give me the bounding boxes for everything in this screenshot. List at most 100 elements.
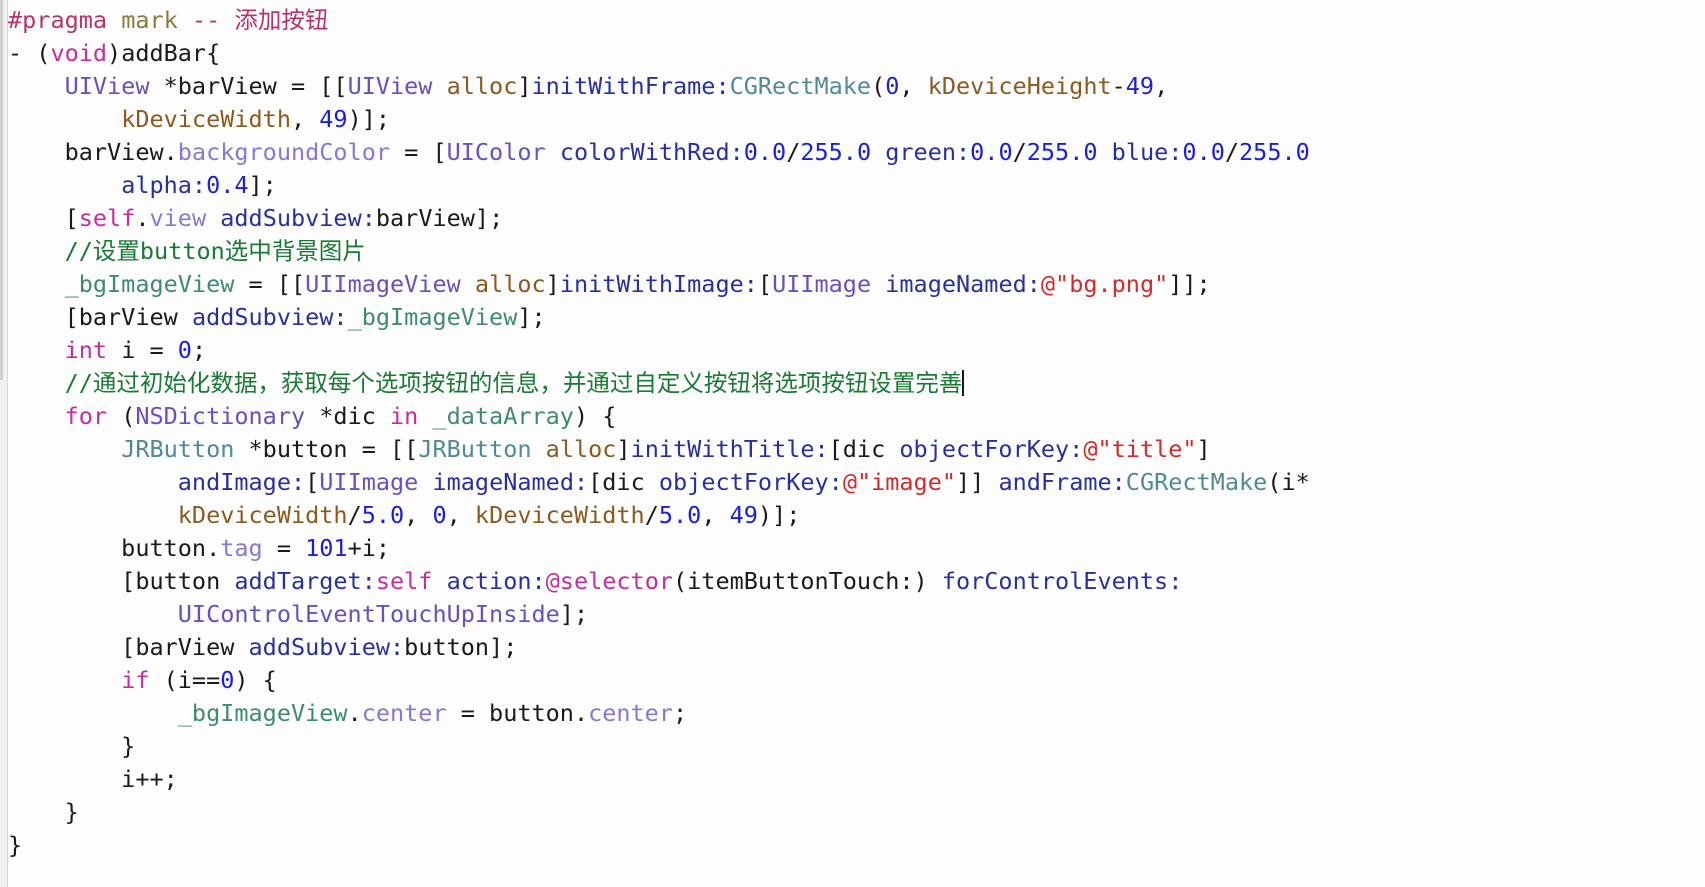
code-line[interactable]: //通过初始化数据，获取每个选项按钮的信息，并通过自定义按钮将选项按钮设置完善 <box>8 367 1705 400</box>
code-token: = <box>262 534 306 562</box>
code-token: / <box>786 138 801 166</box>
code-token: 0 <box>177 336 192 364</box>
code-token: kDeviceWidth <box>177 501 348 529</box>
code-token: green: <box>885 138 971 166</box>
code-line[interactable]: [barView addSubview:_bgImageView]; <box>8 301 1705 334</box>
code-line[interactable]: kDeviceWidth/5.0, 0, kDeviceWidth/5.0, 4… <box>8 499 1705 532</box>
code-token: [barView <box>8 633 249 661</box>
code-line[interactable]: int i = 0; <box>8 334 1705 367</box>
code-line[interactable]: if (i==0) { <box>8 664 1705 697</box>
code-token: )addBar{ <box>107 39 221 67</box>
code-token: = [[ <box>234 270 306 298</box>
code-token: , <box>701 501 730 529</box>
code-token: imageNamed: <box>432 468 589 496</box>
code-line[interactable]: UIView *barView = [[UIView alloc]initWit… <box>8 70 1705 103</box>
code-token: *button = [[ <box>234 435 419 463</box>
code-line[interactable]: andImage:[UIImage imageNamed:[dic object… <box>8 466 1705 499</box>
code-token: _bgImageView <box>177 699 348 727</box>
code-line[interactable]: kDeviceWidth, 49)]; <box>8 103 1705 136</box>
code-token: objectForKey: <box>899 435 1084 463</box>
code-token: , <box>1154 72 1169 100</box>
gutter-scroll-thumb[interactable] <box>0 0 3 380</box>
code-line[interactable]: i++; <box>8 763 1705 796</box>
editor-gutter[interactable] <box>0 0 8 887</box>
code-token: JRButton <box>418 435 532 463</box>
code-token: 255.0 <box>1026 138 1098 166</box>
code-token: blue: <box>1111 138 1183 166</box>
code-token: #pragma <box>8 6 108 34</box>
code-token: initWithFrame: <box>531 72 730 100</box>
code-token: [dic <box>828 435 900 463</box>
code-token: barView. <box>8 138 178 166</box>
code-token: 49 <box>1125 72 1155 100</box>
code-token: ) { <box>234 666 277 694</box>
code-token: UIColor <box>446 138 546 166</box>
code-line[interactable]: - (void)addBar{ <box>8 37 1705 70</box>
code-token: alloc <box>545 435 617 463</box>
code-token: alpha: <box>121 171 207 199</box>
code-token: mark <box>121 6 178 34</box>
code-token: - ( <box>8 39 51 67</box>
code-line[interactable]: #pragma mark -- 添加按钮 <box>8 4 1705 37</box>
code-token: andImage: <box>177 468 306 496</box>
code-line[interactable]: barView.backgroundColor = [UIColor color… <box>8 136 1705 169</box>
code-token: / <box>347 501 362 529</box>
code-line[interactable]: _bgImageView.center = button.center; <box>8 697 1705 730</box>
code-line[interactable]: for (NSDictionary *dic in _dataArray) { <box>8 400 1705 433</box>
code-token: @"title" <box>1083 435 1197 463</box>
code-line[interactable]: JRButton *button = [[JRButton alloc]init… <box>8 433 1705 466</box>
code-token: , <box>404 501 433 529</box>
code-token: ]] <box>956 468 999 496</box>
code-token: _dataArray <box>432 402 574 430</box>
code-token: - <box>1111 72 1126 100</box>
code-token: , <box>899 72 928 100</box>
code-editor[interactable]: #pragma mark -- 添加按钮 - (void)addBar{ UIV… <box>0 0 1705 887</box>
code-line[interactable]: [self.view addSubview:barView]; <box>8 202 1705 235</box>
code-token: action: <box>446 567 546 595</box>
code-line[interactable]: } <box>8 796 1705 829</box>
code-token: ] <box>616 435 631 463</box>
code-token: forControlEvents: <box>941 567 1183 595</box>
code-line[interactable]: //设置button选中背景图片 <box>8 235 1705 268</box>
code-token: tag <box>220 534 263 562</box>
source-code-area[interactable]: #pragma mark -- 添加按钮 - (void)addBar{ UIV… <box>8 0 1705 862</box>
code-line[interactable]: [button addTarget:self action:@selector(… <box>8 565 1705 598</box>
code-line[interactable]: [barView addSubview:button]; <box>8 631 1705 664</box>
code-token: UIControlEventTouchUpInside <box>177 600 560 628</box>
code-line[interactable]: UIControlEventTouchUpInside]; <box>8 598 1705 631</box>
code-token: 0.0 <box>1182 138 1225 166</box>
code-token: kDeviceWidth <box>474 501 645 529</box>
code-token: 0 <box>220 666 235 694</box>
code-line[interactable]: button.tag = 101+i; <box>8 532 1705 565</box>
code-token: 255.0 <box>1239 138 1310 166</box>
code-token: CGRectMake <box>729 72 872 100</box>
code-line[interactable]: } <box>8 829 1705 862</box>
code-token: addSubview: <box>220 204 376 232</box>
code-line[interactable]: _bgImageView = [[UIImageView alloc]initW… <box>8 268 1705 301</box>
code-token: addSubview: <box>248 633 405 661</box>
code-token: ; <box>672 699 688 727</box>
code-line[interactable]: alpha:0.4]; <box>8 169 1705 202</box>
code-token: ( <box>107 402 136 430</box>
code-token: self <box>78 204 136 232</box>
code-token: objectForKey: <box>658 468 843 496</box>
code-token: (i* <box>1267 468 1310 496</box>
code-token: ] <box>517 72 532 100</box>
code-token: ; <box>191 336 207 364</box>
code-token: } <box>8 798 79 826</box>
code-token: addSubview: <box>191 303 348 331</box>
code-token: / <box>1224 138 1240 166</box>
code-line[interactable]: } <box>8 730 1705 763</box>
code-token: UIImageView <box>305 270 461 298</box>
code-token: [ <box>305 468 320 496</box>
